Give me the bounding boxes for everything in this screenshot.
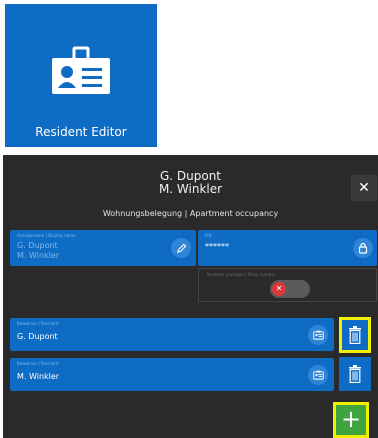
display-name-field[interactable]: Anzeigename | Display name G. Dupont M. … xyxy=(10,230,196,266)
resident-caption: Bewohner | Resident xyxy=(17,321,59,326)
toggle-caption: Nummer anzeigen | Show number xyxy=(207,272,276,277)
edit-display-name-button[interactable] xyxy=(171,238,191,258)
lock-icon xyxy=(358,242,368,254)
show-number-toggle[interactable]: ✕ xyxy=(270,280,310,298)
delete-resident-button[interactable] xyxy=(339,357,371,391)
resident-row[interactable]: Bewohner | Resident G. Dupont xyxy=(10,318,334,351)
resident-name: G. Dupont xyxy=(17,332,58,341)
resident-card-button[interactable] xyxy=(308,365,328,385)
resident-editor-dialog: G. Dupont M. Winkler ✕ Wohnungsbelegung … xyxy=(3,155,378,438)
display-name-caption: Anzeigename | Display name xyxy=(17,233,76,238)
resident-editor-app-tile[interactable]: Resident Editor xyxy=(5,4,157,147)
id-badge-icon xyxy=(52,46,110,94)
pin-field[interactable]: PIN ****** xyxy=(198,230,377,266)
pin-value: ****** xyxy=(205,242,229,251)
id-card-icon xyxy=(312,370,324,380)
toggle-off-icon: ✕ xyxy=(272,282,286,296)
dialog-title-line-2: M. Winkler xyxy=(158,182,223,196)
delete-resident-button[interactable] xyxy=(339,317,371,353)
resident-row[interactable]: Bewohner | Resident M. Winkler xyxy=(10,358,334,391)
resident-caption: Bewohner | Resident xyxy=(17,361,59,366)
trash-icon xyxy=(349,365,361,383)
close-button[interactable]: ✕ xyxy=(351,175,377,201)
dialog-title: G. Dupont M. Winkler xyxy=(3,170,378,196)
pencil-icon xyxy=(176,243,186,253)
add-resident-button[interactable]: + xyxy=(333,402,369,438)
display-name-line-1: G. Dupont xyxy=(17,241,58,250)
id-card-icon xyxy=(312,330,324,340)
resident-card-button[interactable] xyxy=(308,325,328,345)
app-tile-label: Resident Editor xyxy=(35,125,127,139)
resident-name: M. Winkler xyxy=(17,372,60,381)
show-number-setting: Nummer anzeigen | Show number ✕ xyxy=(198,268,377,302)
display-name-line-2: M. Winkler xyxy=(17,251,60,260)
pin-caption: PIN xyxy=(205,233,212,238)
dialog-subtitle: Wohnungsbelegung | Apartment occupancy xyxy=(102,209,279,218)
pin-lock-button[interactable] xyxy=(353,238,373,258)
trash-icon xyxy=(349,326,361,344)
